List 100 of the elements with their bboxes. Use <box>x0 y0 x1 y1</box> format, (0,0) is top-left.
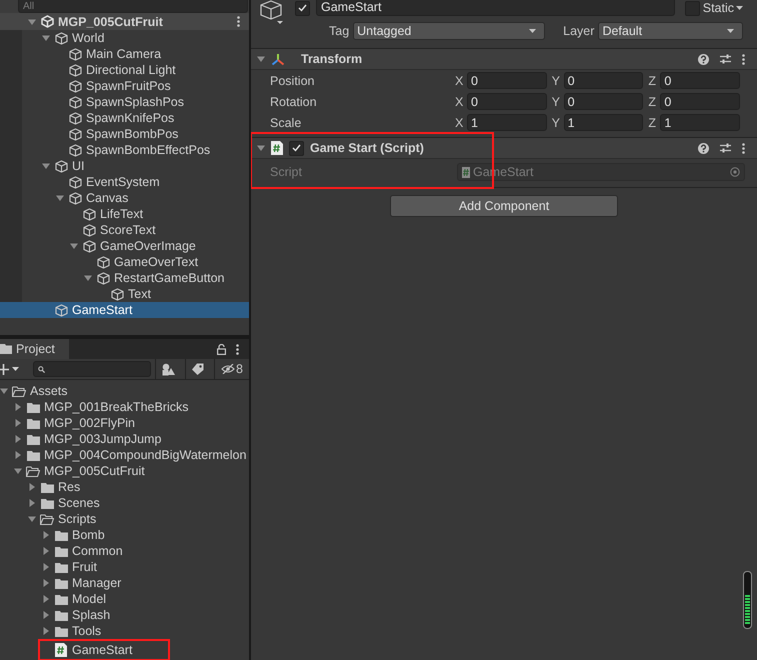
object-name[interactable]: Directional Light <box>86 63 176 77</box>
folder-name[interactable]: Fruit <box>72 560 97 574</box>
number-field[interactable]: 0 <box>564 72 644 89</box>
expand-arrow-icon[interactable] <box>70 242 78 250</box>
layer-dropdown[interactable]: Default <box>598 22 743 40</box>
number-field[interactable]: 0 <box>660 93 740 110</box>
collapse-arrow-icon[interactable] <box>42 595 50 603</box>
number-field[interactable]: 1 <box>564 114 644 131</box>
object-name[interactable]: Text <box>128 287 151 301</box>
expand-arrow-icon[interactable] <box>28 515 36 523</box>
name-field[interactable]: GameStart <box>316 0 675 16</box>
object-name[interactable]: Main Camera <box>86 47 162 61</box>
expand-arrow-icon[interactable] <box>56 194 64 202</box>
object-picker-icon[interactable] <box>730 167 740 177</box>
object-name[interactable]: SpawnBombPos <box>86 127 178 141</box>
object-name[interactable]: GameStart <box>72 303 132 317</box>
active-checkbox[interactable] <box>295 0 310 16</box>
expand-arrow-icon[interactable] <box>28 18 36 26</box>
object-name[interactable]: EventSystem <box>86 175 160 189</box>
folder-name[interactable]: MGP_002FlyPin <box>44 416 136 430</box>
help-icon[interactable] <box>698 142 709 154</box>
expand-arrow-icon[interactable] <box>257 144 265 152</box>
object-name[interactable]: RestartGameButton <box>114 271 224 285</box>
object-name[interactable]: GameOverImage <box>100 239 196 253</box>
scene-name[interactable]: MGP_005CutFruit <box>58 14 163 28</box>
folder-name[interactable]: MGP_004CompoundBigWatermelon <box>44 448 246 462</box>
presets-icon[interactable] <box>720 143 731 153</box>
number-field[interactable]: 1 <box>467 114 547 131</box>
collapse-arrow-icon[interactable] <box>42 547 50 555</box>
search-field[interactable] <box>33 361 152 377</box>
folder-name[interactable]: Tools <box>72 624 102 638</box>
object-name[interactable]: ScoreText <box>100 223 156 237</box>
more-options-icon[interactable] <box>742 54 745 64</box>
collapse-arrow-icon[interactable] <box>28 483 36 491</box>
folder-name[interactable]: Manager <box>72 576 122 590</box>
object-name[interactable]: SpawnSplashPos <box>86 95 184 109</box>
object-name[interactable]: GameOverText <box>114 255 198 269</box>
object-name[interactable]: LifeText <box>100 207 144 221</box>
expand-arrow-icon[interactable] <box>42 162 50 170</box>
folder-name[interactable]: Scenes <box>58 496 100 510</box>
folder-name[interactable]: MGP_003JumpJump <box>44 432 162 446</box>
static-checkbox[interactable] <box>684 0 700 16</box>
object-name[interactable]: SpawnBombEffectPos <box>86 143 210 157</box>
expand-arrow-icon[interactable] <box>0 387 8 395</box>
collapse-arrow-icon[interactable] <box>14 419 22 427</box>
hidden-packages-toggle[interactable]: 8 <box>221 362 243 376</box>
collapse-arrow-icon[interactable] <box>28 499 36 507</box>
number-field[interactable]: 0 <box>564 93 644 110</box>
number-field[interactable]: 0 <box>467 93 547 110</box>
folder-name[interactable]: Bomb <box>72 528 105 542</box>
add-component-button[interactable]: Add Component <box>390 195 618 217</box>
folder-name[interactable]: MGP_001BreakTheBricks <box>44 400 189 414</box>
tag-dropdown[interactable]: Untagged <box>353 22 546 40</box>
folder-name[interactable]: MGP_005CutFruit <box>44 464 145 478</box>
folder-name[interactable]: Assets <box>30 384 68 398</box>
number-field[interactable]: 1 <box>660 114 740 131</box>
tag-icon[interactable] <box>192 363 204 375</box>
shapes-filter-icon[interactable] <box>162 362 176 376</box>
static-dropdown[interactable]: Static <box>702 1 743 15</box>
expand-arrow-icon[interactable] <box>257 55 265 63</box>
script-name[interactable]: GameStart <box>72 643 132 657</box>
folder-name[interactable]: Common <box>72 544 123 558</box>
expand-arrow-icon[interactable] <box>84 274 92 282</box>
object-name[interactable]: SpawnKnifePos <box>86 111 174 125</box>
presets-icon[interactable] <box>720 54 731 64</box>
folder-name[interactable]: Res <box>58 480 80 494</box>
expand-arrow-icon[interactable] <box>42 34 50 42</box>
collapse-arrow-icon[interactable] <box>42 531 50 539</box>
selected-row[interactable]: GameStart <box>0 302 249 318</box>
create-menu-icon[interactable] <box>0 364 19 374</box>
expand-arrow-icon[interactable] <box>14 467 22 475</box>
folder-name[interactable]: Scripts <box>58 512 96 526</box>
component-header[interactable]: Transform <box>251 49 757 70</box>
help-icon[interactable] <box>698 54 709 64</box>
object-name[interactable]: UI <box>72 159 84 173</box>
component-title[interactable]: Transform <box>301 52 692 66</box>
component-title[interactable]: Game Start (Script) <box>310 141 692 155</box>
open-folder-icon <box>26 466 40 476</box>
collapse-arrow-icon[interactable] <box>42 579 50 587</box>
collapse-arrow-icon[interactable] <box>42 611 50 619</box>
project-tab[interactable]: Project <box>0 339 69 359</box>
collapse-arrow-icon[interactable] <box>14 451 22 459</box>
more-options-icon[interactable] <box>236 344 239 355</box>
collapse-arrow-icon[interactable] <box>14 435 22 443</box>
more-options-icon[interactable] <box>237 16 240 27</box>
more-options-icon[interactable] <box>742 142 745 154</box>
scene-header[interactable]: MGP_005CutFruit <box>0 13 249 30</box>
enabled-checkbox[interactable] <box>289 140 304 156</box>
folder-name[interactable]: Model <box>72 592 106 606</box>
collapse-arrow-icon[interactable] <box>14 403 22 411</box>
folder-name[interactable]: Splash <box>72 608 110 622</box>
number-field[interactable]: 0 <box>467 72 547 89</box>
object-name[interactable]: World <box>72 31 104 45</box>
collapse-arrow-icon[interactable] <box>42 627 50 635</box>
lock-icon[interactable] <box>217 344 226 355</box>
object-name[interactable]: SpawnFruitPos <box>86 79 171 93</box>
collapse-arrow-icon[interactable] <box>42 563 50 571</box>
number-field[interactable]: 0 <box>660 72 740 89</box>
component-header[interactable]: Game Start (Script) <box>251 138 757 159</box>
object-name[interactable]: Canvas <box>86 191 128 205</box>
